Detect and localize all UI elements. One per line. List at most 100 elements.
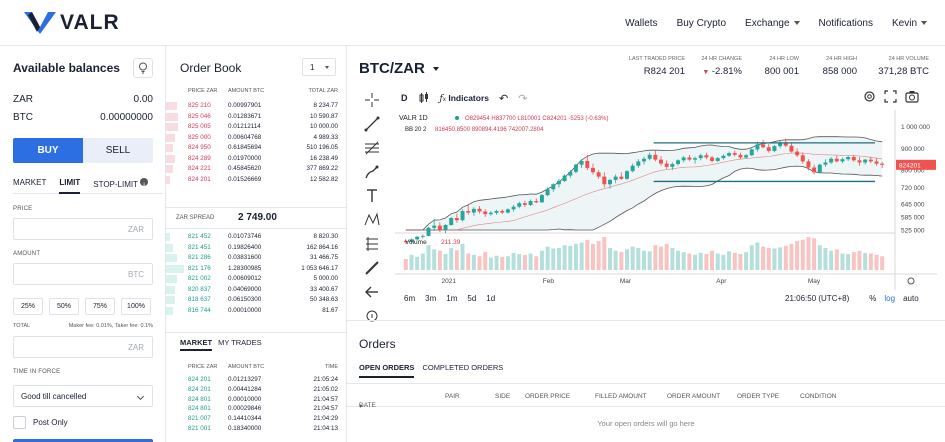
depth-bar [166, 233, 170, 241]
candle-body [670, 164, 675, 167]
tab-market[interactable]: MARKET [13, 174, 46, 194]
orderbook-row[interactable]: 824 289 0.01970000 16 238.49 [166, 154, 344, 164]
orderbook-row[interactable]: 825 000 0.00604768 4 989.33 [166, 133, 344, 143]
total-input[interactable]: ZAR [13, 336, 153, 358]
candle-body [528, 201, 533, 205]
col-order-type[interactable]: ORDER TYPE [737, 393, 779, 400]
volume-bar [437, 250, 442, 270]
pct-75-button[interactable]: 75% [85, 298, 115, 315]
buy-sell-toggle: BUY SELL [13, 138, 153, 163]
crosshair-icon[interactable] [362, 90, 382, 110]
tab-completed-orders[interactable]: COMPLETED ORDERS [422, 363, 503, 378]
spread-row: ZAR SPREAD 2 749.00 [166, 207, 346, 229]
orderbook-row[interactable]: 821 452 0.01073746 8 820.30 [166, 232, 344, 242]
time-in-force-select[interactable]: Good till cancelled [13, 385, 153, 407]
depth-bar [166, 112, 179, 121]
pct-100-button[interactable]: 100% [121, 298, 151, 315]
col-condition[interactable]: CONDITION [800, 393, 836, 400]
pct-50-button[interactable]: 50% [49, 298, 79, 315]
orderbook-price: 821 002 [188, 275, 211, 282]
camera-icon[interactable] [905, 90, 919, 103]
orderbook-row[interactable]: 824 950 0.61845694 510 196.05 [166, 143, 344, 153]
pattern-tool-icon[interactable] [362, 210, 382, 230]
orderbook-grouping-select[interactable]: 1 [302, 58, 336, 76]
sell-button[interactable]: SELL [83, 138, 153, 163]
orderbook-row[interactable]: 820 837 0.04069000 33 400.67 [166, 285, 344, 295]
orderbook-row[interactable]: 821 176 1.28300985 1 053 646.17 [166, 264, 344, 274]
log-scale-toggle[interactable]: log [884, 294, 895, 303]
undo-icon[interactable]: ↶ [499, 92, 508, 105]
col-order-price[interactable]: ORDER PRICE [525, 393, 570, 400]
orderbook-amount: 1.28300985 [228, 264, 262, 272]
tab-stop-limit[interactable]: STOP-LIMIT i [93, 174, 149, 194]
orderbook-row[interactable]: 821 286 0.03831600 31 466.75 [166, 253, 344, 263]
post-only-checkbox[interactable]: Post Only [13, 416, 68, 429]
fullscreen-icon[interactable] [884, 90, 897, 103]
orderbook-row[interactable]: 824 221 0.45845620 377 869.22 [166, 164, 344, 174]
timeframe-3m[interactable]: 3m [425, 294, 436, 303]
timeframe-6m[interactable]: 6m [404, 294, 415, 303]
stat-value: -2.81% [711, 66, 742, 77]
timeframe-5d[interactable]: 5d [467, 294, 476, 303]
trade-price: 824 801 [188, 405, 211, 413]
chart-clock[interactable]: 21:06:50 (UTC+8) [785, 294, 849, 303]
ruler-icon[interactable] [362, 258, 382, 278]
col-pair[interactable]: PAIR [445, 393, 460, 400]
depth-bar [166, 165, 174, 173]
redo-icon[interactable]: ↷ [518, 92, 527, 105]
nav-wallets[interactable]: Wallets [625, 18, 657, 29]
prediction-tool-icon[interactable] [362, 234, 382, 254]
back-arrow-icon[interactable] [362, 282, 382, 302]
orderbook-row[interactable]: 818 637 0.06150300 50 348.63 [166, 295, 344, 305]
auto-scale-toggle[interactable]: auto [903, 294, 919, 303]
text-tool-icon[interactable] [362, 186, 382, 206]
orderbook-row[interactable]: 824 201 0.01526669 12 582.82 [166, 175, 344, 185]
nav-exchange[interactable]: Exchange [745, 18, 800, 29]
nav-notifications[interactable]: Notifications [819, 18, 873, 29]
indicators-button[interactable]: ƒx Indicators [440, 93, 489, 104]
trend-line-icon[interactable] [362, 114, 382, 134]
trade-amount: 0.01213297 [228, 376, 262, 383]
price-chart[interactable]: 1 000 000900 000800 000720 000645 000585… [395, 110, 937, 290]
timeframe-1d[interactable]: 1d [486, 294, 495, 303]
buy-button[interactable]: BUY [13, 138, 83, 163]
candle-body [874, 161, 879, 164]
orderbook-row[interactable]: 821 002 0.00609012 5 000.00 [166, 274, 344, 284]
orderbook-row[interactable]: 825 210 0.00997901 8 234.77 [166, 101, 344, 111]
tab-limit[interactable]: LIMIT [59, 174, 81, 194]
timeframe-1m[interactable]: 1m [446, 294, 457, 303]
tab-market-trades[interactable]: MARKET [180, 333, 213, 351]
pct-25-button[interactable]: 25% [13, 298, 43, 315]
nav-buy-crypto[interactable]: Buy Crypto [677, 18, 726, 29]
lightbulb-icon[interactable] [133, 58, 153, 78]
tab-open-orders[interactable]: OPEN ORDERS [359, 363, 415, 378]
volume-bar [732, 252, 737, 270]
checkbox-box[interactable] [13, 416, 26, 429]
trade-time: 21:04:57 [313, 395, 338, 403]
candle-type-icon[interactable] [418, 92, 430, 104]
brand-logo[interactable]: VALR [24, 10, 120, 36]
stat-24h-low: 24 HR LOW 800 001 [747, 56, 799, 77]
fib-tool-icon[interactable] [362, 138, 382, 158]
amount-input[interactable]: BTC [13, 263, 153, 285]
orderbook-row[interactable]: 816 744 0.00010000 81.67 [166, 306, 344, 316]
pair-selector[interactable]: BTC/ZAR [359, 60, 439, 77]
col-order-amount[interactable]: ORDER AMOUNT [667, 393, 720, 400]
nav-user-menu[interactable]: Kevin [892, 18, 927, 29]
volume-bar [602, 237, 607, 270]
settings-icon[interactable] [863, 90, 876, 103]
interval-button[interactable]: D [401, 93, 408, 103]
orderbook-row[interactable]: 825 046 0.01283671 10 590.87 [166, 112, 344, 122]
col-side[interactable]: SIDE [495, 393, 510, 400]
price-input[interactable]: ZAR [13, 218, 153, 240]
col-amount: AMOUNT BTC [228, 364, 265, 370]
percent-scale-toggle[interactable]: % [869, 294, 876, 303]
orderbook-row[interactable]: 821 451 0.19826400 162 864.16 [166, 243, 344, 253]
info-icon[interactable]: i [140, 178, 149, 189]
brush-icon[interactable] [362, 162, 382, 182]
orderbook-header: PRICE ZAR AMOUNT BTC TOTAL ZAR [188, 88, 338, 94]
tab-my-trades[interactable]: MY TRADES [218, 333, 261, 351]
orderbook-row[interactable]: 825 005 0.01212114 10 000.00 [166, 122, 344, 132]
volume-bar [823, 248, 828, 270]
col-filled-amount[interactable]: FILLED AMOUNT [595, 393, 647, 400]
